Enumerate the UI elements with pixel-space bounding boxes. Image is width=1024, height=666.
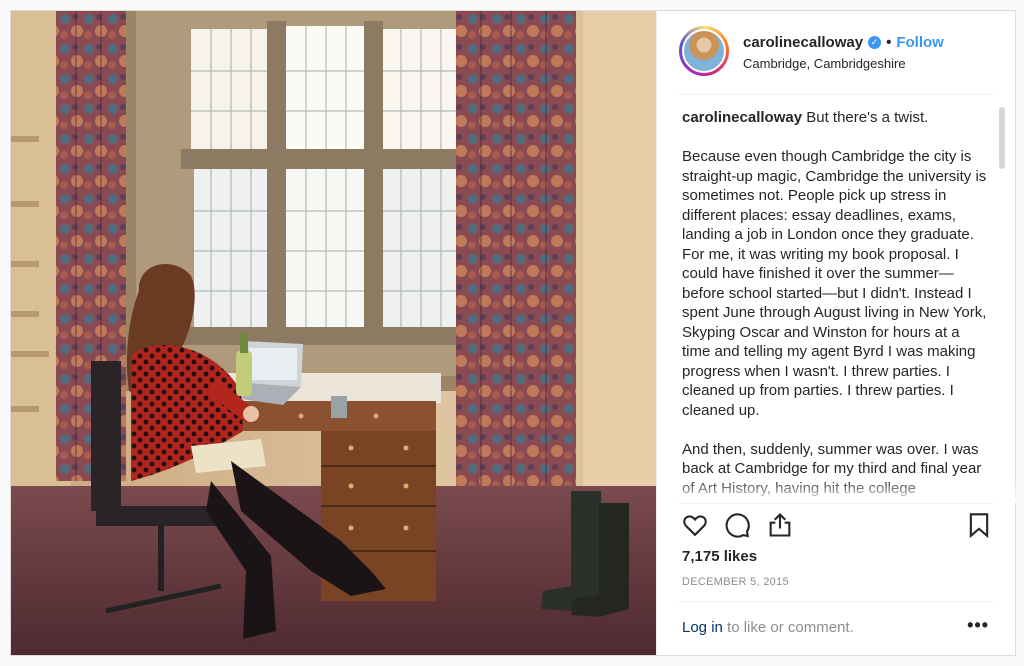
caption-scrollbar[interactable]	[999, 107, 1005, 169]
instagram-post: carolinecalloway ✓ • Follow Cambridge, C…	[10, 10, 1016, 656]
post-date[interactable]: DECEMBER 5, 2015	[682, 576, 789, 588]
share-icon[interactable]	[766, 511, 796, 541]
caption-paragraph-1: Because even though Cambridge the city i…	[682, 148, 987, 419]
separator-dot: •	[886, 34, 892, 51]
avatar[interactable]	[679, 26, 729, 76]
caption-intro: But there's a twist.	[802, 109, 929, 126]
username-link[interactable]: carolinecalloway	[743, 34, 863, 51]
comment-icon[interactable]	[723, 511, 753, 541]
login-prompt: Log in to like or comment.	[682, 619, 854, 636]
post-photo[interactable]	[11, 11, 656, 655]
actions-divider	[679, 503, 993, 504]
likes-count[interactable]: 7,175 likes	[682, 548, 757, 565]
login-prompt-text: to like or comment.	[722, 619, 854, 636]
caption: carolinecalloway But there's a twist. Be…	[682, 108, 987, 503]
footer-divider	[679, 601, 993, 602]
login-link[interactable]: Log in	[682, 619, 723, 636]
avatar-image	[682, 29, 726, 73]
username-row: carolinecalloway ✓ • Follow	[743, 34, 944, 51]
location-link[interactable]: Cambridge, Cambridgeshire	[743, 56, 906, 71]
photo-illustration	[11, 11, 656, 655]
caption-fade	[657, 479, 1016, 503]
follow-button[interactable]: Follow	[896, 34, 944, 51]
caption-scroll-area[interactable]: carolinecalloway But there's a twist. Be…	[657, 95, 1016, 503]
bookmark-icon[interactable]	[965, 511, 995, 541]
post-header: carolinecalloway ✓ • Follow Cambridge, C…	[657, 11, 1016, 95]
verified-badge-icon: ✓	[868, 36, 882, 49]
caption-username[interactable]: carolinecalloway	[682, 109, 802, 126]
more-options-icon[interactable]: •••	[967, 615, 989, 636]
caption-first-line: carolinecalloway But there's a twist.	[682, 108, 987, 128]
action-bar	[657, 507, 1016, 547]
post-sidebar: carolinecalloway ✓ • Follow Cambridge, C…	[656, 11, 1016, 655]
heart-icon[interactable]	[681, 511, 711, 541]
